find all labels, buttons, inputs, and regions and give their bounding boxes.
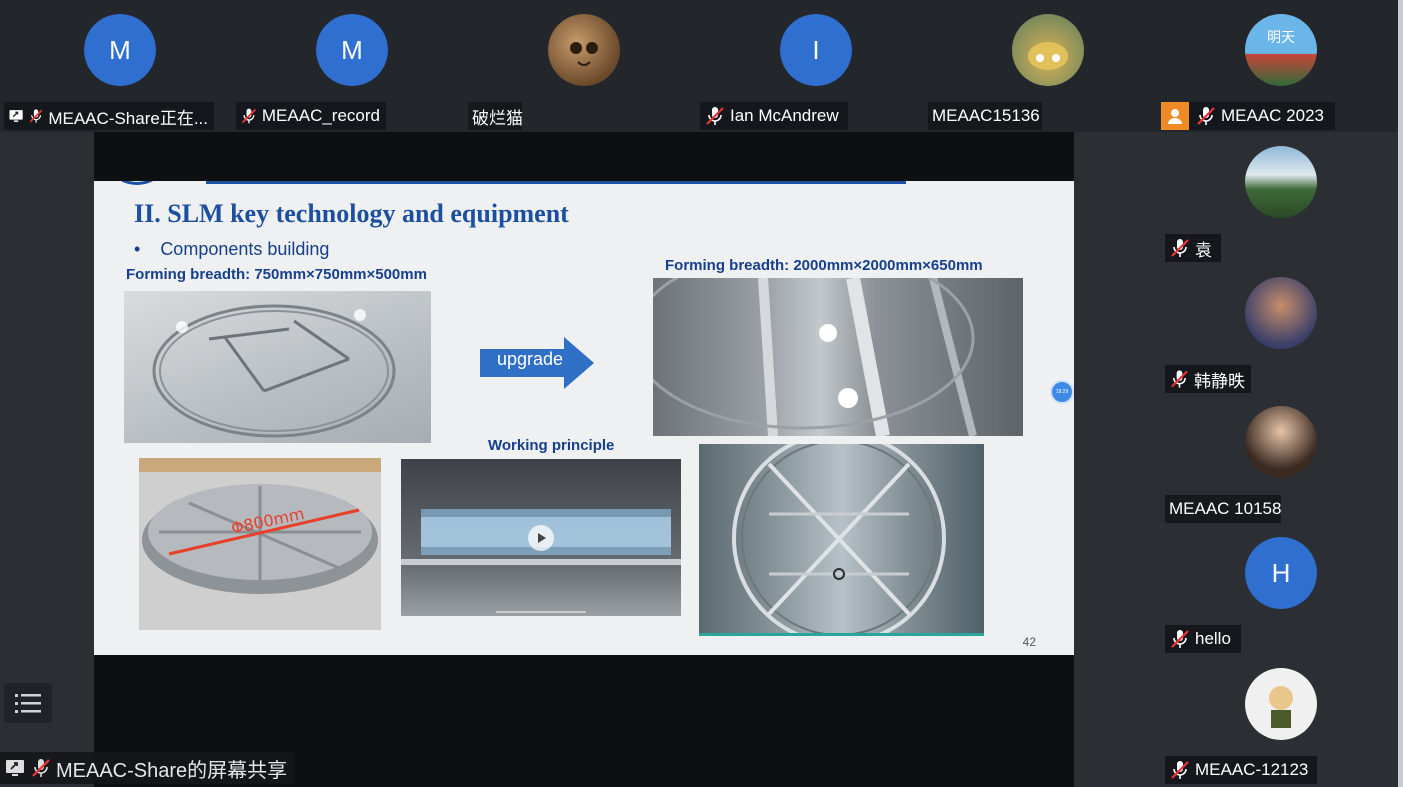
host-icon [1161, 102, 1189, 130]
mic-muted-icon [29, 109, 43, 123]
participant-nameplate: MEAAC 10158 [1165, 495, 1281, 523]
play-button[interactable] [528, 525, 554, 551]
principle-caption: Working principle [488, 437, 615, 454]
mic-muted-icon [1197, 107, 1215, 125]
participant-tile[interactable]: 袁 [1165, 132, 1397, 262]
slide-title: II. SLM key technology and equipment [134, 199, 569, 228]
participant-name: 破烂猫 [472, 108, 523, 128]
participant-name: 韩静昳 [1194, 371, 1245, 391]
working-principle-video[interactable] [401, 459, 681, 616]
participant-nameplate: 袁 [1165, 234, 1221, 262]
participant-tile[interactable]: MEAAC-12123 [1165, 656, 1397, 786]
participant-nameplate: hello [1165, 625, 1241, 653]
participant-name: MEAAC_record [261, 106, 380, 125]
mic-muted-icon [1171, 239, 1189, 257]
participant-nameplate: MEAAC-Share正在... [4, 102, 214, 130]
upgrade-label: upgrade [496, 349, 564, 369]
print-bed-photo-small [124, 291, 431, 443]
participant-nameplate: MEAAC-12123 [1165, 756, 1317, 784]
play-icon [538, 533, 546, 543]
screen-share-icon [6, 760, 24, 776]
mic-muted-icon [1171, 761, 1189, 779]
participant-tile[interactable]: MEAAC15136 [928, 0, 1164, 130]
participant-tile[interactable]: M MEAAC-Share正在... [4, 0, 236, 130]
avatar: I [780, 14, 852, 86]
avatar-photo-landscape [1245, 146, 1317, 218]
participant-tile[interactable]: 破烂猫 [468, 0, 700, 130]
meeting-window: M MEAAC-Share正在... M MEAAC_record 破烂猫 I … [0, 0, 1403, 787]
screen-share-icon [9, 110, 23, 122]
list-icon [15, 694, 41, 713]
round-part-photo: Φ800mm [139, 458, 381, 630]
participant-name: MEAAC 2023 [1221, 106, 1324, 125]
avatar: H [1245, 537, 1317, 609]
avatar: M [84, 14, 156, 86]
avatar: M [316, 14, 388, 86]
participant-name: MEAAC15136 [932, 106, 1040, 125]
participant-name: Ian McAndrew [730, 106, 839, 125]
mic-muted-icon [241, 108, 257, 124]
window-edge [1398, 0, 1403, 787]
participant-name: MEAAC-12123 [1195, 760, 1309, 779]
avatar-photo-cartoon [1245, 668, 1317, 740]
slide-logo-arc [114, 181, 160, 185]
mic-muted-icon [706, 107, 724, 125]
participant-nameplate: 韩静昳 [1165, 365, 1251, 393]
participant-name: MEAAC 10158 [1169, 499, 1282, 518]
participant-name: 袁 [1195, 240, 1212, 260]
avatar-photo-cat [548, 14, 620, 86]
finished-part-photo [699, 444, 984, 636]
avatar-photo-flowers: 明天 [1245, 14, 1317, 86]
print-bed-photo-large [653, 278, 1023, 436]
mic-muted-icon [32, 759, 50, 777]
mic-muted-icon [1171, 370, 1188, 388]
screen-share-label: MEAAC-Share的屏幕共享 [56, 759, 288, 782]
participant-nameplate: MEAAC15136 [928, 102, 1042, 130]
participant-nameplate: MEAAC 2023 [1161, 102, 1335, 130]
participant-name: hello [1195, 629, 1231, 648]
participant-tile[interactable]: 韩静昳 [1165, 263, 1397, 393]
participant-tile[interactable]: I Ian McAndrew [700, 0, 932, 130]
participant-tile[interactable]: M MEAAC_record [236, 0, 468, 130]
participant-nameplate: Ian McAndrew [700, 102, 848, 130]
participant-name: MEAAC-Share正在... [48, 108, 208, 128]
avatar-photo-portrait [1245, 406, 1317, 478]
presentation-slide: II. SLM key technology and equipment • C… [94, 181, 1074, 655]
slide-header-rule [206, 181, 906, 184]
avatar-photo-illustration [1245, 277, 1317, 349]
recording-timer-badge[interactable]: 19:29 [1050, 380, 1074, 404]
participant-tile[interactable]: 明天 MEAAC 2023 [1161, 0, 1397, 130]
mic-muted-icon [1171, 630, 1189, 648]
participant-nameplate: MEAAC_record [236, 102, 386, 130]
svg-text:明天: 明天 [1267, 30, 1295, 46]
right-caption: Forming breadth: 2000mm×2000mm×650mm [665, 257, 983, 274]
participant-tile[interactable]: H hello [1165, 525, 1397, 655]
left-caption: Forming breadth: 750mm×750mm×500mm [126, 266, 427, 283]
participant-tile[interactable]: MEAAC 10158 [1165, 394, 1397, 524]
avatar-photo-car [1012, 14, 1084, 86]
participant-list-button[interactable] [4, 683, 52, 723]
participant-nameplate: 破烂猫 [468, 102, 523, 130]
screen-share-status: MEAAC-Share的屏幕共享 [0, 752, 296, 784]
slide-bullet: • Components building [134, 239, 330, 259]
slide-page-number: 42 [1022, 635, 1036, 649]
